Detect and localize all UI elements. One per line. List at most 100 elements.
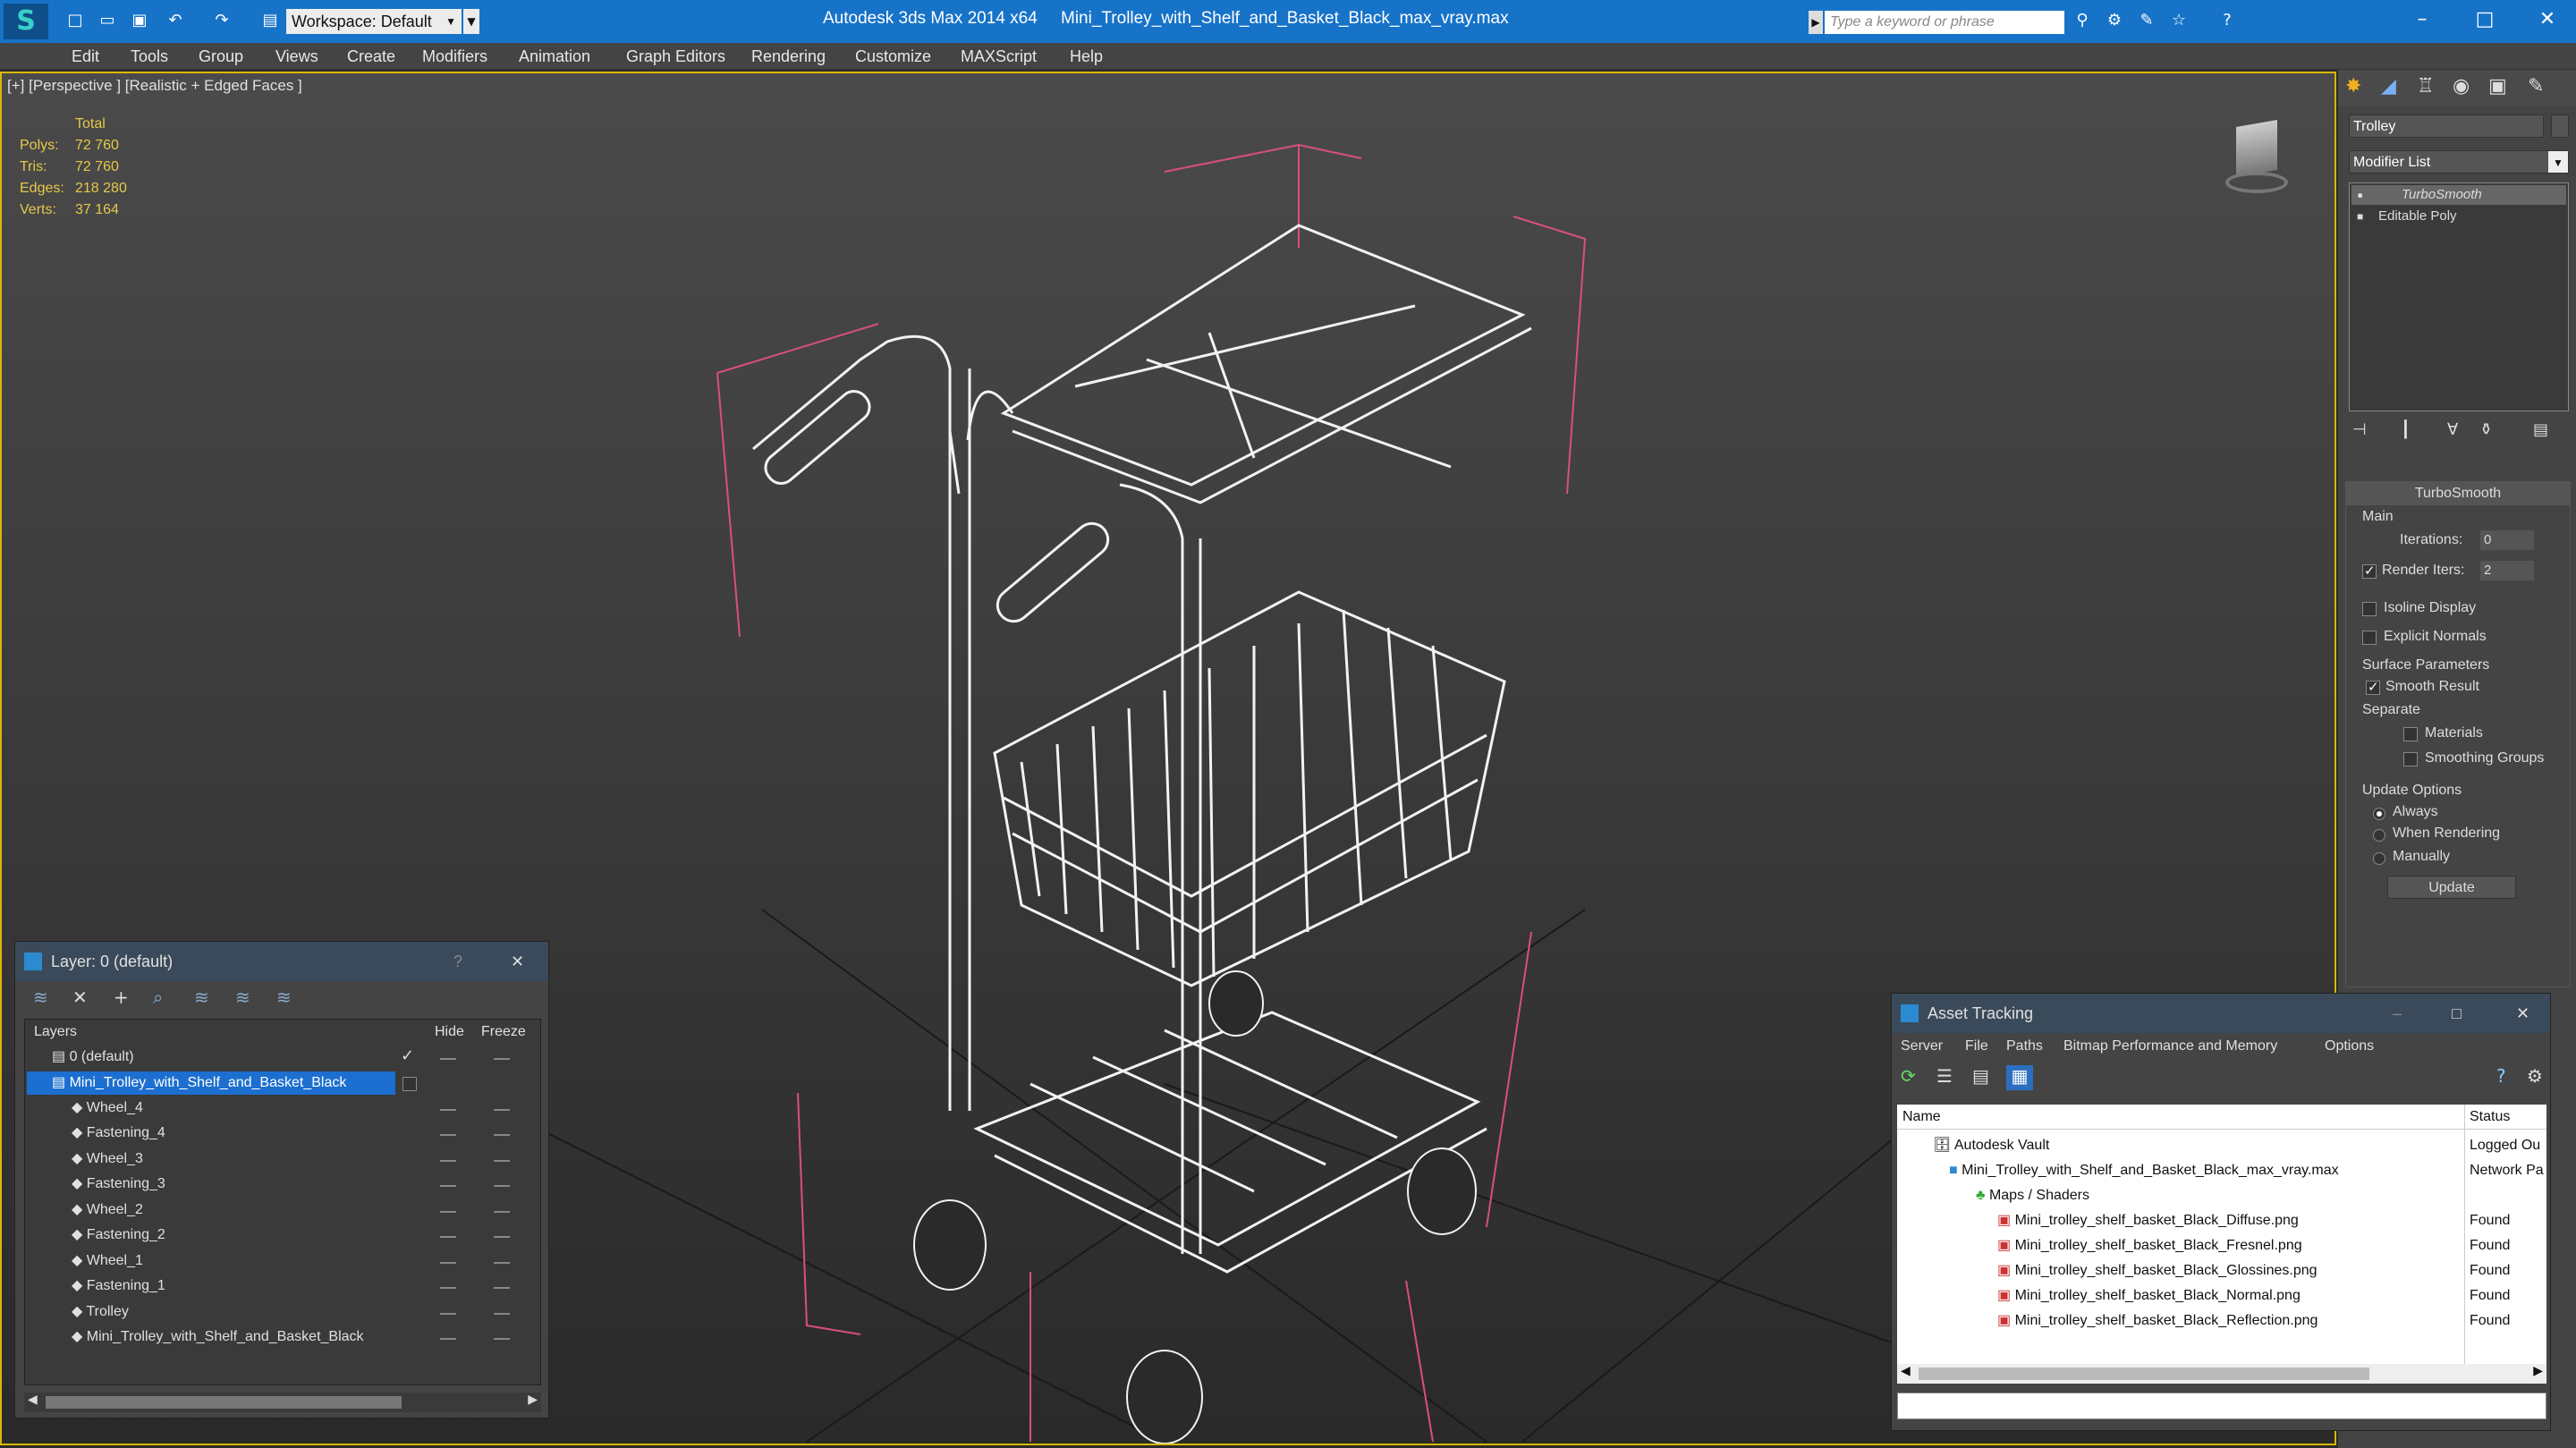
hide-toggle[interactable] [440,1109,456,1111]
remove-modifier-icon[interactable]: ⚱ [2479,420,2493,439]
object-row[interactable]: ◆ Mini_Trolley_with_Shelf_and_Basket_Bla… [72,1325,364,1350]
isoline-display-checkbox[interactable] [2362,602,2377,616]
render-iters-checkbox[interactable] [2362,563,2377,579]
hide-toggle[interactable] [440,1185,456,1187]
hierarchy-tab-icon[interactable]: ♖ [2417,75,2435,97]
hide-toggle[interactable] [440,1287,456,1289]
object-row[interactable]: ◆ Trolley [72,1300,129,1325]
close-button[interactable]: ✕ [2512,0,2576,43]
freeze-toggle[interactable] [494,1262,510,1264]
asset-menu-bitmap-performance[interactable]: Bitmap Performance and Memory [2063,1034,2277,1059]
table-view-icon[interactable]: ▦ [2006,1065,2033,1090]
highlight-layer-icon[interactable]: ≋ [194,987,209,1008]
menu-tools[interactable]: Tools [131,43,168,70]
menu-group[interactable]: Group [199,43,243,70]
close-icon[interactable]: ✕ [2516,994,2529,1033]
freeze-toggle[interactable] [494,1236,510,1238]
modifier-stack-item-editable-poly[interactable]: ■ Editable Poly [2351,207,2566,226]
motion-tab-icon[interactable]: ◉ [2453,75,2470,97]
freeze-toggle[interactable] [494,1287,510,1289]
asset-row-vault[interactable]: 🗄 Autodesk Vault [1933,1133,2049,1158]
new-layer-icon[interactable]: ≋ [33,987,48,1008]
asset-row-maps-shaders[interactable]: ♣ Maps / Shaders [1976,1183,2089,1208]
col-header-name[interactable]: Name [1902,1105,1941,1130]
display-tab-icon[interactable]: ▣ [2488,75,2507,97]
layer-horizontal-scrollbar[interactable]: ◀ ▶ [24,1393,541,1412]
asset-menu-file[interactable]: File [1965,1034,1988,1059]
refresh-icon[interactable]: ⟳ [1901,1065,1916,1087]
hide-toggle[interactable] [440,1160,456,1162]
update-button[interactable]: Update [2387,876,2516,899]
view-cube-icon[interactable] [2207,111,2306,200]
create-tab-icon[interactable]: ✸ [2345,75,2361,97]
hide-toggle[interactable] [440,1236,456,1238]
project-folder-icon[interactable]: ▤ [259,10,281,31]
hide-toggle[interactable] [440,1211,456,1213]
scroll-left-icon[interactable]: ◀ [1901,1364,1911,1378]
object-row[interactable]: ◆ Fastening_1 [72,1274,165,1299]
help-icon[interactable]: ? [453,942,462,981]
hide-toggle[interactable] [440,1338,456,1340]
object-color-swatch[interactable] [2551,114,2569,138]
object-row[interactable]: ◆ Fastening_4 [72,1121,165,1146]
rollout-title[interactable]: TurboSmooth [2346,482,2570,505]
smooth-result-checkbox[interactable] [2366,679,2380,695]
list-view-icon[interactable]: ☰ [1936,1065,1953,1087]
always-radio[interactable] [2373,808,2385,820]
help-icon[interactable]: ? [2496,1065,2506,1087]
current-layer-checkbox[interactable] [402,1077,417,1091]
asset-row-texture[interactable]: ▣ Mini_trolley_shelf_basket_Black_Reflec… [1997,1308,2318,1334]
asset-row-texture[interactable]: ▣ Mini_trolley_shelf_basket_Black_Glossi… [1997,1258,2318,1283]
menu-create[interactable]: Create [347,43,395,70]
redo-icon[interactable]: ↷ [211,10,233,31]
smoothing-groups-checkbox[interactable] [2403,752,2418,766]
freeze-toggle[interactable] [494,1058,510,1060]
maximize-icon[interactable]: □ [2452,994,2462,1033]
scroll-right-icon[interactable]: ▶ [528,1393,538,1407]
object-row[interactable]: ◆ Fastening_2 [72,1223,165,1248]
hide-toggle[interactable] [440,1313,456,1315]
layer-row-mini-trolley[interactable]: ▤ Mini_Trolley_with_Shelf_and_Basket_Bla… [52,1071,346,1096]
menu-help[interactable]: Help [1070,43,1103,70]
when-rendering-radio[interactable] [2373,829,2385,842]
pin-stack-icon[interactable]: ⊣ [2352,420,2367,439]
asset-menu-server[interactable]: Server [1901,1034,1943,1059]
hide-toggle[interactable] [440,1134,456,1136]
save-icon[interactable]: ▣ [129,10,150,31]
binoculars-icon[interactable]: ⚲ [2072,10,2093,31]
asset-menu-paths[interactable]: Paths [2006,1034,2043,1059]
asset-row-texture[interactable]: ▣ Mini_trolley_shelf_basket_Black_Normal… [1997,1283,2301,1308]
settings-icon[interactable]: ⚙ [2527,1065,2543,1087]
layer-panel-title-bar[interactable]: Layer: 0 (default) ? ✕ [15,942,548,981]
render-iters-spinner[interactable]: 2 [2480,561,2534,580]
asset-menu-options[interactable]: Options [2325,1034,2374,1059]
scroll-left-icon[interactable]: ◀ [28,1393,38,1407]
configure-modifier-sets-icon[interactable]: ▤ [2533,420,2548,439]
scroll-right-icon[interactable]: ▶ [2533,1364,2543,1378]
scrollbar-thumb[interactable] [1919,1368,2369,1380]
asset-row-texture[interactable]: ▣ Mini_trolley_shelf_basket_Black_Diffus… [1997,1208,2299,1233]
asset-row-max-file[interactable]: ■ Mini_Trolley_with_Shelf_and_Basket_Bla… [1949,1158,2339,1183]
light-bulb-icon[interactable]: ● [2357,185,2363,205]
quick-access-dropdown-icon[interactable]: ▼ [463,9,479,34]
layer-row-default[interactable]: ▤ 0 (default) [52,1045,134,1070]
subscription-icon[interactable]: ⚙ [2104,10,2125,31]
select-objects-icon[interactable]: ⌕ [153,987,163,1008]
col-header-status[interactable]: Status [2470,1105,2510,1130]
undo-icon[interactable]: ↶ [165,10,186,31]
object-row[interactable]: ◆ Wheel_3 [72,1147,143,1172]
object-row[interactable]: ◆ Wheel_4 [72,1096,143,1121]
freeze-toggle[interactable] [494,1313,510,1315]
modifier-stack-item-turbosmooth[interactable]: ● TurboSmooth [2351,185,2566,205]
explicit-normals-checkbox[interactable] [2362,631,2377,645]
object-row[interactable]: ◆ Wheel_2 [72,1198,143,1223]
detail-view-icon[interactable]: ▤ [1972,1065,1989,1087]
hide-toggle[interactable] [440,1058,456,1060]
modifier-list-dropdown[interactable]: Modifier List ▼ [2349,150,2569,174]
search-expand-icon[interactable]: ▶ [1809,11,1823,34]
object-row[interactable]: ◆ Wheel_1 [72,1249,143,1274]
freeze-all-icon[interactable]: ≋ [276,987,292,1008]
freeze-toggle[interactable] [494,1134,510,1136]
col-header-layers[interactable]: Layers [34,1020,77,1045]
make-unique-icon[interactable]: ∀ [2447,420,2458,439]
